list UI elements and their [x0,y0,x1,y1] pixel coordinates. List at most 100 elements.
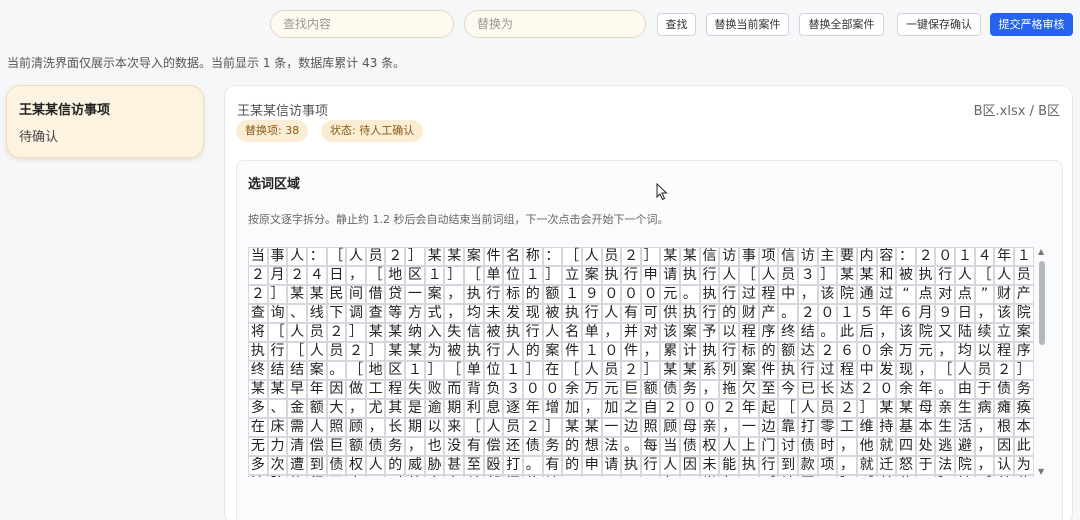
char-cell[interactable]: 员 [974,361,995,380]
char-cell[interactable]: 案 [464,247,484,266]
char-cell[interactable]: 名 [503,247,523,266]
char-cell[interactable]: 瘫 [994,399,1014,418]
char-cell[interactable]: 一 [601,418,622,437]
char-cell[interactable]: 员 [601,361,622,380]
char-cell[interactable]: 人 [601,304,622,323]
char-cell[interactable]: ］ [267,285,288,304]
char-cell[interactable]: 力 [346,475,366,477]
char-cell[interactable]: ： [542,247,563,266]
char-cell[interactable]: 月 [915,304,936,323]
char-cell[interactable]: ： [896,247,916,266]
char-cell[interactable]: 门 [503,475,523,477]
char-cell[interactable]: 以 [424,418,445,437]
char-cell[interactable]: 累 [660,342,681,361]
char-cell[interactable]: ］ [346,323,366,342]
char-cell[interactable]: 余 [562,380,582,399]
char-cell[interactable]: 在 [542,361,563,380]
char-cell[interactable]: 中 [856,361,877,380]
char-cell[interactable]: 万 [581,380,602,399]
char-cell[interactable]: 尤 [365,399,386,418]
char-cell[interactable]: 失 [444,323,465,342]
char-cell[interactable]: 维 [856,418,877,437]
char-cell[interactable]: 本 [1013,418,1034,437]
char-cell[interactable]: 单 [581,323,602,342]
char-cell[interactable]: 请 [660,266,681,285]
char-cell[interactable]: 欠 [739,380,759,399]
char-cell[interactable]: ［ [287,342,307,361]
char-cell[interactable]: 点 [915,285,936,304]
char-cell[interactable]: ， [935,342,956,361]
char-cell[interactable]: 等 [385,304,406,323]
char-cell[interactable]: １ [915,475,936,477]
char-cell[interactable]: 案 [306,361,327,380]
char-cell[interactable]: 年 [994,247,1014,266]
char-cell[interactable]: 某 [248,380,268,399]
char-cell[interactable]: 院 [1013,304,1034,323]
char-cell[interactable]: 结 [267,361,288,380]
char-cell[interactable]: 息 [483,399,504,418]
char-cell[interactable]: 行 [621,266,641,285]
char-cell[interactable]: 逾 [424,399,445,418]
char-cell[interactable]: 行 [640,456,661,475]
char-cell[interactable]: 额 [346,437,366,456]
scroll-down-icon[interactable]: ▼ [1038,467,1044,477]
char-cell[interactable]: 过 [876,285,897,304]
char-cell[interactable]: 失 [405,380,425,399]
char-cell[interactable]: ２ [346,342,366,361]
submit-review-button[interactable]: 提交严格审核 [990,13,1073,36]
char-cell[interactable]: 某 [680,247,700,266]
char-cell[interactable]: ］ [405,247,425,266]
char-cell[interactable]: 。 [680,285,700,304]
char-cell[interactable]: 法 [248,475,268,477]
char-cell[interactable]: 法 [935,456,956,475]
char-cell[interactable]: 主 [817,247,838,266]
char-cell[interactable]: 位 [896,475,916,477]
char-cell[interactable]: 程 [837,361,857,380]
char-cell[interactable]: ］ [444,266,465,285]
char-cell[interactable]: 标 [503,285,523,304]
char-cell[interactable]: ２ [522,418,543,437]
char-cell[interactable]: 员 [306,323,327,342]
char-cell[interactable]: ， [346,399,366,418]
char-cell[interactable]: 病 [974,399,995,418]
char-text-area[interactable]: 当事人： ［ 人员 ２ ］ 某某案件名称： ［ 人员 ２ ］ 某某信访事项信访主要内容： ２ ０ １ ４ 年 １… [248,247,1034,477]
char-cell[interactable]: 中 [778,285,798,304]
char-cell[interactable]: 年 [522,399,543,418]
char-cell[interactable]: 基 [896,418,916,437]
char-cell[interactable]: 信 [464,323,484,342]
char-cell[interactable]: 部 [483,475,504,477]
char-cell[interactable]: ２ [856,380,877,399]
char-cell[interactable]: 想 [581,437,602,456]
char-cell[interactable]: 访 [797,247,818,266]
char-cell[interactable]: 财 [994,285,1014,304]
case-list-item[interactable]: 王某某信访事项 待确认 [6,85,204,158]
char-cell[interactable]: 称 [522,247,543,266]
char-cell[interactable]: 在 [248,418,268,437]
char-cell[interactable]: 背 [464,380,484,399]
char-cell[interactable]: ， [837,437,857,456]
char-cell[interactable]: 某 [424,247,445,266]
char-cell[interactable]: 起 [758,399,779,418]
char-cell[interactable]: 其 [385,399,406,418]
char-cell[interactable]: 被 [542,304,563,323]
char-cell[interactable]: 败 [424,380,445,399]
char-cell[interactable]: 某 [896,399,916,418]
char-cell[interactable]: ３ [797,266,818,285]
char-cell[interactable]: 拖 [719,380,740,399]
char-cell[interactable]: 增 [542,399,563,418]
char-cell[interactable]: ， [346,266,366,285]
char-cell[interactable]: 人 [994,266,1014,285]
char-cell[interactable]: 结 [797,323,818,342]
char-cell[interactable]: 人 [287,247,307,266]
char-cell[interactable]: 的 [719,304,740,323]
char-cell[interactable]: 人 [346,247,366,266]
char-cell[interactable]: ［ [365,266,386,285]
scroll-up-icon[interactable]: ▲ [1038,247,1044,257]
char-cell[interactable]: １ [837,304,857,323]
char-cell[interactable]: 当 [248,247,268,266]
char-cell[interactable]: 已 [797,380,818,399]
char-cell[interactable]: ４ [974,247,995,266]
char-cell[interactable]: 巨 [326,437,347,456]
char-cell[interactable]: ［ [346,361,366,380]
char-cell[interactable]: 殴 [483,456,504,475]
